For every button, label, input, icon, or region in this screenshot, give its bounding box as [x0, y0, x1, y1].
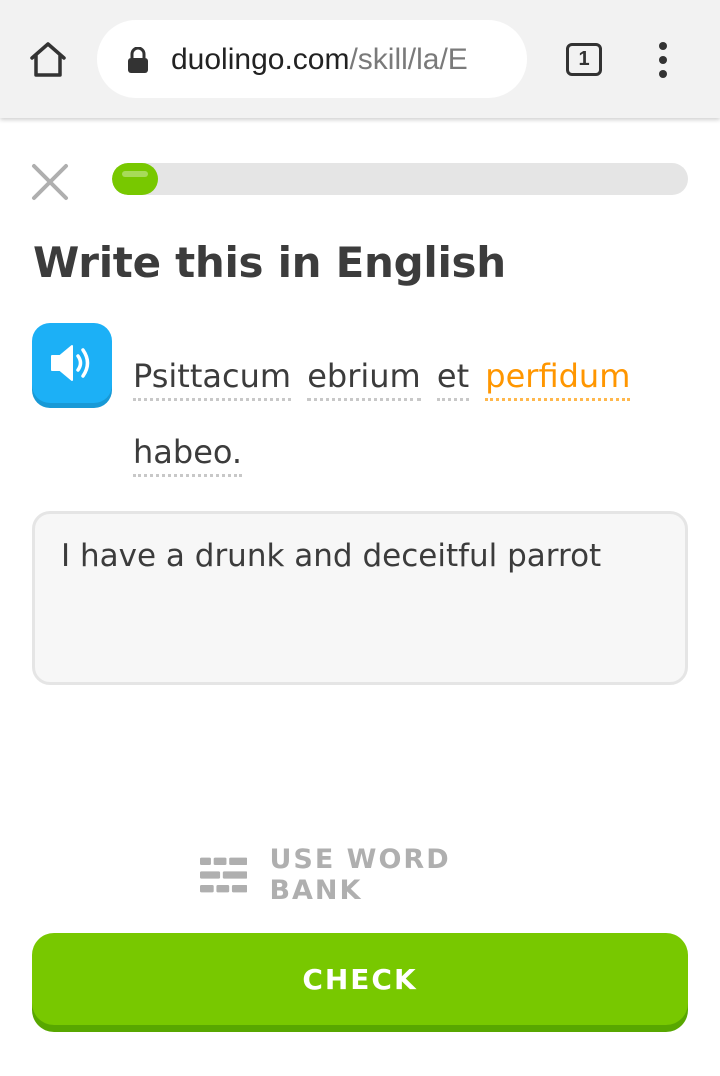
- progress-fill: [112, 163, 158, 195]
- word-bank-label: USE WORD BANK: [269, 844, 451, 906]
- progress-shine: [122, 171, 148, 177]
- home-icon: [30, 42, 66, 77]
- page-title: Write this in English: [33, 238, 506, 287]
- url-domain: duolingo.com: [171, 43, 350, 76]
- use-word-bank-button[interactable]: USE WORD BANK: [200, 844, 530, 906]
- sentence-word[interactable]: perfidum: [485, 356, 631, 401]
- close-icon: [32, 164, 68, 200]
- address-bar[interactable]: duolingo.com/skill/la/E: [97, 20, 527, 98]
- prompt-sentence: Psittacum ebrium et perfidum habeo.: [133, 338, 673, 490]
- tab-switcher-button[interactable]: 1: [566, 43, 602, 76]
- play-audio-button[interactable]: [32, 323, 112, 403]
- sentence-word[interactable]: Psittacum: [133, 356, 292, 401]
- home-button[interactable]: [24, 36, 72, 84]
- close-lesson-button[interactable]: [30, 162, 70, 202]
- url-path: /skill/la/E: [349, 43, 468, 76]
- sentence-word[interactable]: habeo.: [133, 432, 243, 477]
- word-bank-icon: [200, 857, 248, 893]
- url-text: duolingo.com/skill/la/E: [171, 42, 511, 78]
- sentence-word[interactable]: et: [436, 356, 470, 401]
- sentence-word[interactable]: ebrium: [307, 356, 421, 401]
- browser-menu-button[interactable]: [648, 40, 678, 80]
- browser-toolbar: duolingo.com/skill/la/E 1: [0, 0, 720, 118]
- speaker-icon: [51, 345, 90, 381]
- check-button[interactable]: CHECK: [32, 933, 688, 1025]
- lock-icon: [128, 47, 148, 73]
- more-vert-icon: [659, 42, 667, 78]
- answer-input[interactable]: I have a drunk and deceitful parrot: [32, 511, 688, 685]
- lesson-progress-bar: [112, 163, 688, 195]
